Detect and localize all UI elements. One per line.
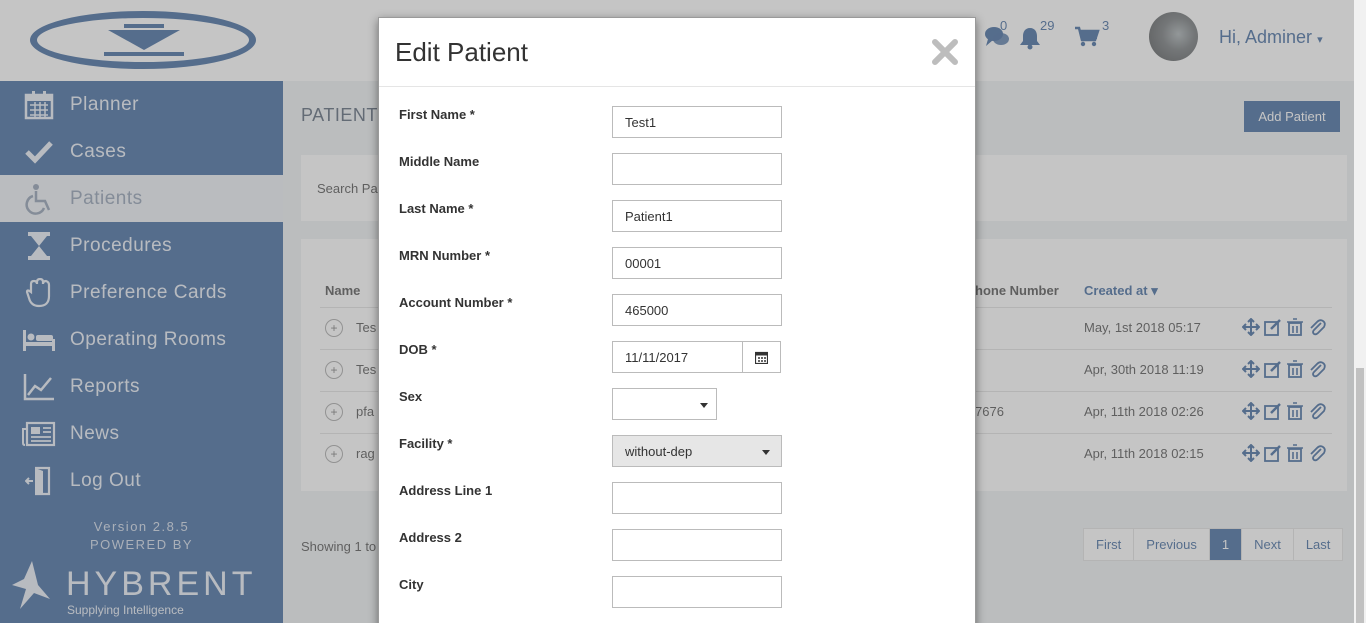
sex-row: Sex [399,388,959,422]
address-line-1-label: Address Line 1 [399,483,493,498]
facility-select[interactable]: without-dep [612,435,782,467]
first-name-field[interactable] [612,106,782,138]
dob-field[interactable] [613,342,743,372]
first-name-row: First Name * [399,106,959,140]
sex-select[interactable] [612,388,717,420]
account-number-row: Account Number * [399,294,959,328]
last-name-row: Last Name * [399,200,959,234]
first-name-label: First Name * [399,107,475,122]
dob-label: DOB * [399,342,437,357]
dob-date-picker [612,341,781,373]
mrn-number-field[interactable] [612,247,782,279]
city-label: City [399,577,424,592]
calendar-icon [755,351,768,364]
city-field[interactable] [612,576,782,608]
facility-label: Facility * [399,436,453,451]
middle-name-row: Middle Name [399,153,959,187]
facility-selected-value: without-dep [625,444,693,459]
mrn-number-label: MRN Number * [399,248,491,263]
address-2-field[interactable] [612,529,782,561]
calendar-button[interactable] [743,342,780,372]
account-number-field[interactable] [612,294,782,326]
sex-label: Sex [399,389,423,404]
last-name-label: Last Name * [399,201,474,216]
modal-title: Edit Patient [395,37,528,67]
modal-header: Edit Patient [379,18,975,87]
address-line-1-field[interactable] [612,482,782,514]
city-row: City [399,576,959,610]
close-icon [932,39,958,65]
caret-down-icon [762,450,770,455]
middle-name-field[interactable] [612,153,782,185]
address-2-label: Address 2 [399,530,462,545]
facility-row: Facility * without-dep [399,435,959,469]
account-number-label: Account Number * [399,295,513,310]
dob-row: DOB * [399,341,959,375]
last-name-field[interactable] [612,200,782,232]
page-scrollbar-thumb[interactable] [1356,368,1364,623]
close-button[interactable] [929,36,961,68]
caret-down-icon [700,403,708,408]
address-line-1-row: Address Line 1 [399,482,959,516]
middle-name-label: Middle Name [399,154,480,169]
address-2-row: Address 2 [399,529,959,563]
mrn-number-row: MRN Number * [399,247,959,281]
edit-patient-modal: Edit Patient First Name * Middle Name La… [378,17,976,623]
